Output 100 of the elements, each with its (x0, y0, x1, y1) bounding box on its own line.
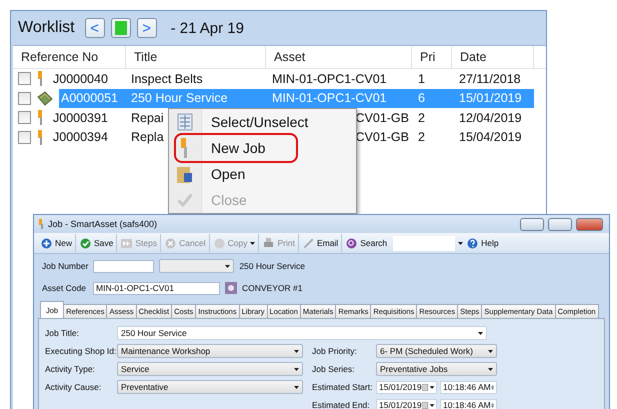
field-label: Job Priority: (312, 346, 358, 356)
table-cell-text: CV01-GB (356, 110, 410, 127)
toolbar-button[interactable]: Search (343, 234, 390, 252)
table-cell-text: Repla (130, 129, 164, 146)
dropdown[interactable]: Service (117, 362, 303, 376)
maximize-button[interactable] (548, 218, 572, 230)
window-title: Worklist (18, 19, 75, 37)
folder-icon (176, 164, 194, 184)
field-label: Job Title: (45, 328, 80, 338)
fast-forward-icon (121, 238, 132, 248)
field-label: Activity Type: (45, 364, 96, 374)
input-field[interactable]: MIN-01-OPC1-CV01 (93, 282, 220, 294)
table-cell: 15/01/2019 (452, 88, 534, 108)
dropdown[interactable]: Preventative Jobs (376, 362, 497, 376)
tool-icon (37, 130, 45, 145)
table-cell-text: 27/11/2018 (458, 70, 522, 88)
dropdown-arrow-icon (250, 242, 256, 244)
circle-icon (214, 238, 225, 248)
input-field[interactable] (93, 260, 154, 272)
checkbox[interactable] (18, 72, 31, 86)
dropdown-arrow-icon[interactable] (458, 242, 464, 244)
cancel-icon (165, 238, 176, 248)
window-title: Job - SmartAsset (safs400) (48, 219, 158, 229)
date-picker[interactable]: 15/01/2019 (376, 380, 437, 394)
field-label: Job Series: (312, 364, 356, 374)
tool-icon (39, 219, 44, 229)
toolbar-button[interactable]: Help (464, 234, 502, 252)
pencil-icon (302, 238, 314, 248)
field-label: Estimated Start: (312, 382, 374, 392)
prev-button[interactable]: < (84, 18, 105, 38)
check-icon (80, 238, 92, 248)
minimize-button[interactable] (520, 218, 544, 230)
close-button[interactable] (576, 218, 603, 230)
table-cell-text: Repai (130, 110, 164, 127)
today-button[interactable] (110, 18, 131, 38)
field-label: Estimated End: (312, 400, 371, 409)
column-header[interactable]: Reference No (13, 46, 126, 68)
check-icon (177, 193, 193, 207)
table-cell: MIN-01-OPC1-CV01 (266, 88, 412, 108)
lookup-icon[interactable] (225, 282, 237, 294)
table-cell-text: Inspect Belts (130, 70, 204, 88)
checkbox[interactable] (18, 130, 31, 144)
dropdown[interactable]: Maintenance Workshop (117, 344, 303, 358)
date-picker[interactable]: 15/01/2019 (376, 398, 437, 409)
column-header[interactable]: Title (126, 46, 266, 68)
toolbar-button[interactable]: New (38, 234, 76, 252)
column-header[interactable]: Date (452, 46, 534, 68)
dropdown-arrow-icon (225, 264, 230, 268)
table-cell: 250 Hour Service (126, 88, 266, 108)
search-icon (346, 238, 358, 248)
calendar-icon[interactable] (422, 402, 434, 408)
table-cell-text: 2 (417, 129, 426, 146)
table-cell[interactable]: J0000394 (51, 128, 126, 147)
table-cell-text: 15/04/2019 (458, 129, 523, 146)
menu-item[interactable]: New Job (169, 135, 356, 161)
checkbox[interactable] (18, 111, 31, 124)
tool-icon (37, 110, 45, 126)
field-label: Activity Cause: (45, 382, 102, 392)
dropdown-arrow-icon (294, 368, 299, 370)
time-spinner[interactable]: 10:18:46 AM (440, 398, 497, 409)
field-label: Asset Code (42, 282, 87, 294)
toolbar-button[interactable]: Save (77, 234, 118, 252)
search-field[interactable] (393, 236, 456, 250)
spinner-arrows-icon[interactable] (490, 382, 494, 392)
dropdown-arrow-icon (478, 332, 483, 334)
next-button[interactable]: > (136, 18, 157, 38)
grid-icon (177, 113, 193, 131)
table-cell: 6 (412, 88, 452, 108)
spinner-arrows-icon[interactable] (490, 400, 494, 409)
table-cell-text: CV01-GB (356, 129, 410, 146)
help-icon (467, 238, 478, 248)
job-caption: 250 Hour Service (239, 261, 305, 271)
dropdown-arrow-icon (294, 386, 299, 388)
table-cell[interactable]: J0000040 (51, 69, 126, 88)
dropdown[interactable]: 250 Hour Service (117, 326, 487, 340)
column-header[interactable]: Pri (412, 46, 452, 68)
toolbar-button[interactable]: Email (300, 234, 342, 252)
time-spinner[interactable]: 10:18:46 AM (440, 380, 497, 394)
field-label: Executing Shop Id: (45, 346, 115, 356)
table-cell-text: 12/04/2019 (458, 110, 523, 127)
dropdown-arrow-icon (488, 350, 493, 352)
dropdown[interactable] (159, 259, 234, 273)
checkbox[interactable] (18, 92, 31, 105)
menu-item[interactable]: Select/Unselect (169, 109, 356, 135)
printer-icon (263, 238, 274, 248)
dropdown[interactable]: 6- PM (Scheduled Work) (376, 344, 497, 358)
dropdown-arrow-icon (294, 350, 299, 352)
date-range: - 21 Apr 19 (170, 20, 244, 36)
plus-icon (41, 238, 52, 248)
dropdown-arrow-icon (488, 368, 493, 370)
dropdown[interactable]: Preventative (117, 380, 303, 394)
asset-description: CONVEYOR #1 (242, 283, 302, 293)
table-cell[interactable]: J0000391 (51, 108, 126, 128)
tool-icon (37, 71, 45, 86)
menu-item[interactable]: Open (169, 161, 356, 187)
field-label: Job Number (42, 260, 88, 272)
table-cell-text: 2 (417, 110, 426, 127)
calendar-icon[interactable] (422, 384, 434, 390)
column-header[interactable]: Asset (266, 46, 412, 68)
table-cell-text: MIN-01-OPC1-CV01 (271, 70, 388, 88)
